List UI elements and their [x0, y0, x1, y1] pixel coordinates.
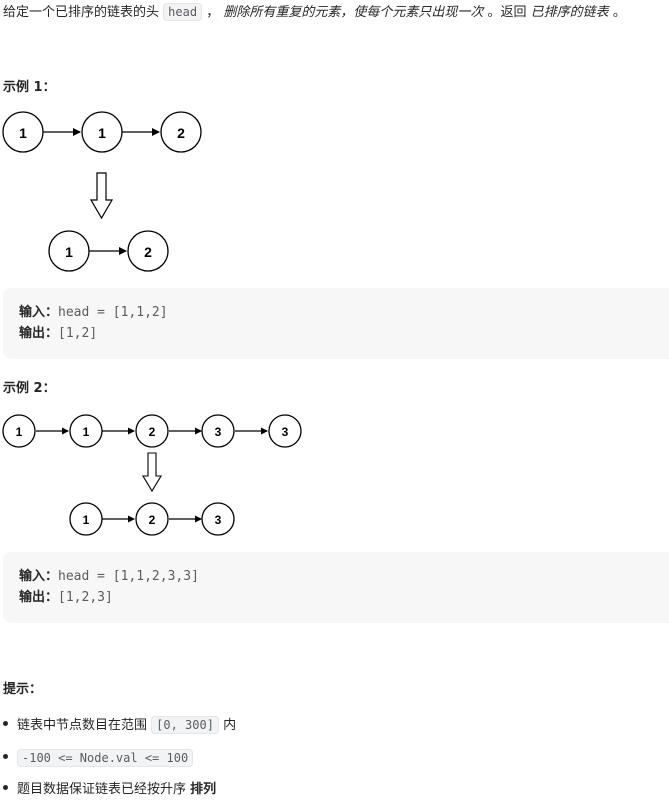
- list-node: 2: [160, 111, 202, 153]
- example-2-heading: 示例 2：: [3, 381, 56, 396]
- constraint-item: -100 <= Node.val <= 100: [3, 748, 194, 769]
- constraint-item: 题目数据保证链表已经按升序 排列: [3, 780, 216, 800]
- input-value: head = [1,1,2]: [58, 305, 168, 320]
- input-value: head = [1,1,2,3,3]: [58, 569, 199, 584]
- output-value: [1,2]: [58, 326, 98, 341]
- constraint-code: [0, 300]: [151, 716, 219, 734]
- example-2-diagram: 1 1 2 3 3 1 2 3: [2, 414, 302, 536]
- constraint-code: -100 <= Node.val <= 100: [17, 749, 194, 767]
- example-1-output-row: 输出：[1,2]: [19, 324, 97, 344]
- head-code: head: [163, 3, 203, 21]
- list-node: 1: [69, 414, 103, 448]
- list-node: 2: [135, 414, 169, 448]
- example-1-io-box: 输入：head = [1,1,2] 输出：[1,2]: [3, 288, 669, 359]
- list-node: 3: [201, 414, 235, 448]
- node-value: 2: [149, 425, 156, 439]
- node-value: 3: [215, 513, 222, 527]
- bullet-icon: [3, 721, 8, 726]
- output-label: 输出：: [19, 326, 59, 341]
- list-node: 1: [48, 230, 90, 272]
- constraints-heading: 提示：: [3, 682, 43, 697]
- description-sep1: ，: [206, 5, 220, 20]
- transform-down-arrow: [89, 172, 114, 220]
- example-2-io-box: 输入：head = [1,1,2,3,3] 输出：[1,2,3]: [3, 552, 669, 623]
- list-node: 1: [81, 111, 123, 153]
- description-sep2: 。返回: [487, 5, 527, 20]
- node-value: 2: [177, 125, 185, 141]
- node-value: 2: [149, 513, 156, 527]
- constraint-item: 链表中节点数目在范围 [0, 300] 内: [3, 715, 236, 736]
- output-value: [1,2,3]: [58, 590, 113, 605]
- node-value: 1: [98, 125, 106, 141]
- input-label: 输入：: [19, 305, 59, 320]
- list-node: 1: [2, 414, 36, 448]
- node-value: 1: [19, 125, 27, 141]
- transform-down-arrow: [142, 452, 162, 493]
- description-prefix: 给定一个已排序的链表的头: [3, 5, 160, 20]
- list-node: 2: [135, 502, 169, 536]
- bullet-icon: [3, 754, 8, 759]
- node-value: 2: [144, 244, 152, 260]
- constraint-text: 内: [223, 718, 237, 733]
- example-2-input-row: 输入：head = [1,1,2,3,3]: [19, 567, 199, 587]
- list-node: 1: [69, 502, 103, 536]
- bullet-icon: [3, 785, 8, 790]
- constraint-text: 链表中节点数目在范围: [17, 718, 148, 733]
- node-value: 3: [215, 425, 222, 439]
- node-value: 1: [83, 425, 90, 439]
- list-node: 1: [2, 111, 44, 153]
- example-2-output-row: 输出：[1,2,3]: [19, 588, 113, 608]
- list-node: 3: [268, 414, 302, 448]
- problem-description: 给定一个已排序的链表的头 head ， 删除所有重复的元素，使每个元素只出现一次…: [3, 2, 626, 23]
- example-1-heading: 示例 1：: [3, 80, 56, 95]
- output-label: 输出：: [19, 590, 59, 605]
- node-value: 1: [83, 513, 90, 527]
- constraint-bold-text: 排列: [190, 782, 217, 797]
- example-1-input-row: 输入：head = [1,1,2]: [19, 303, 168, 323]
- list-node: 2: [127, 230, 169, 272]
- constraint-text: 题目数据保证链表已经按升序: [17, 782, 187, 797]
- description-emphasis-1: 删除所有重复的元素，使每个元素只出现一次: [223, 5, 484, 20]
- node-value: 1: [16, 425, 23, 439]
- description-suffix: 。: [612, 5, 626, 20]
- node-value: 3: [282, 425, 289, 439]
- input-label: 输入：: [19, 569, 59, 584]
- example-1-diagram: 1 1 2 1 2: [2, 111, 202, 272]
- description-emphasis-2: 已排序的链表: [530, 5, 609, 20]
- node-value: 1: [65, 244, 73, 260]
- list-node: 3: [201, 502, 235, 536]
